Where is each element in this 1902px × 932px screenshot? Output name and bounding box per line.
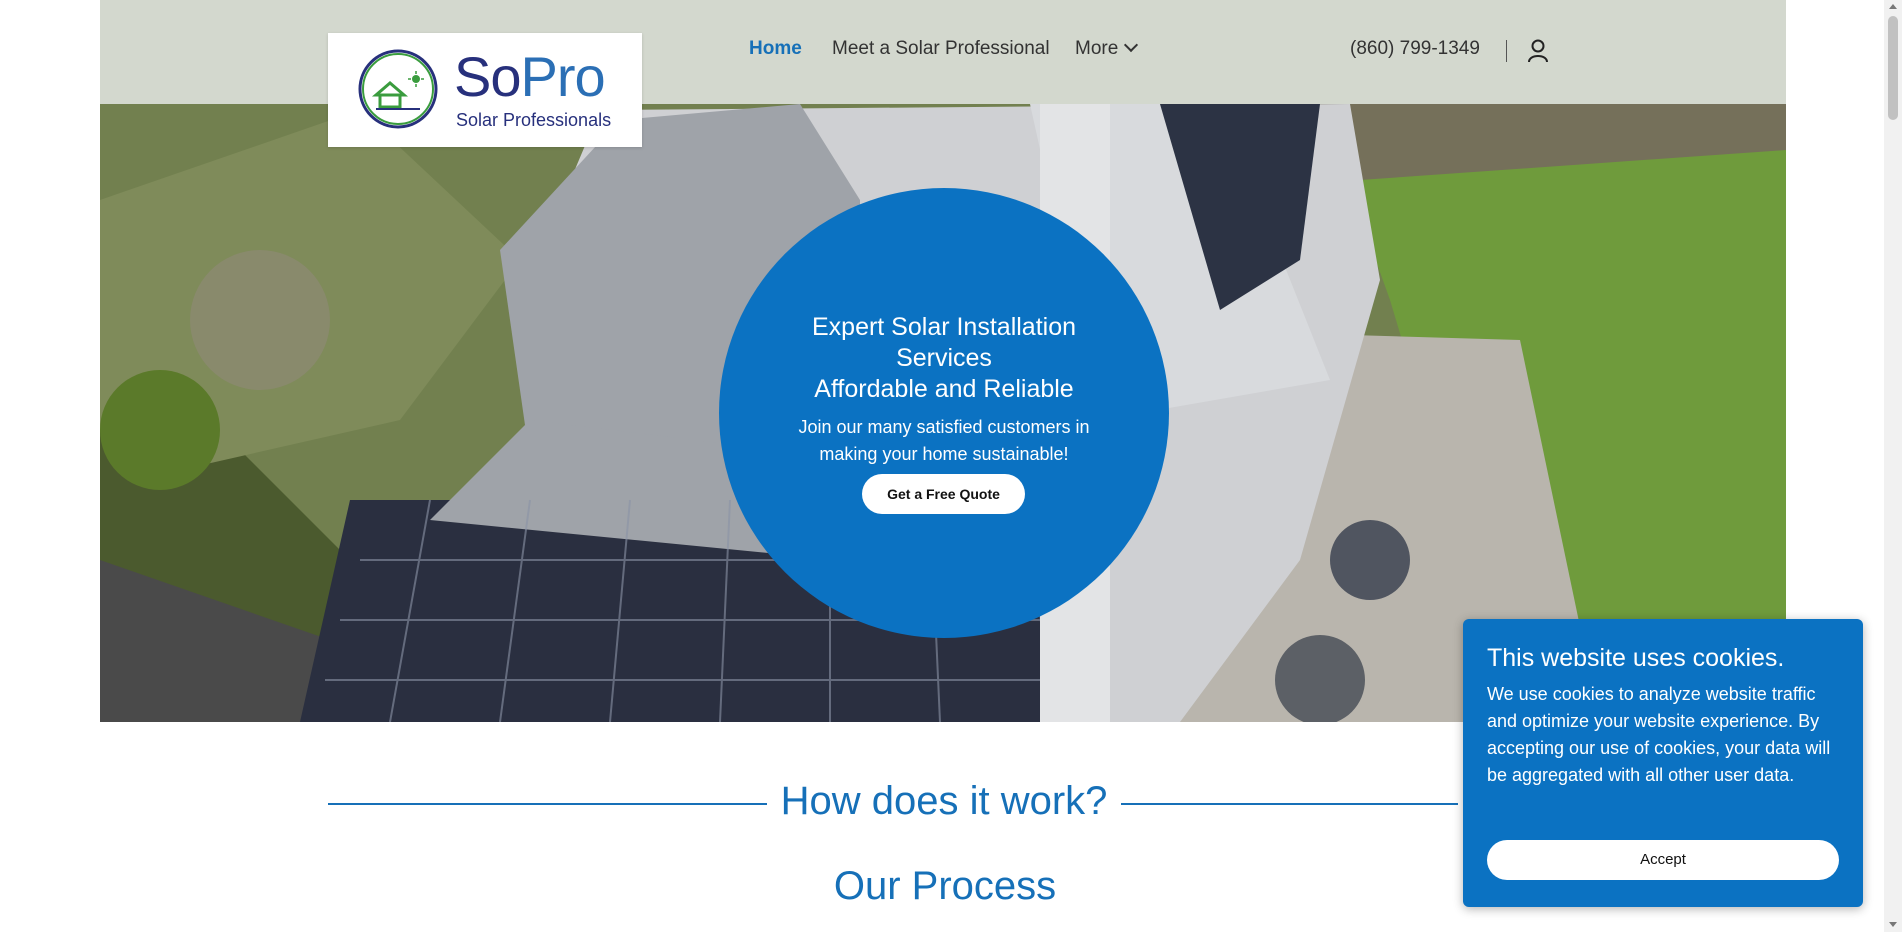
- user-icon[interactable]: [1527, 39, 1549, 63]
- logo[interactable]: SoPro Solar Professionals: [328, 33, 642, 147]
- how-it-works-heading: How does it work?: [780, 779, 1108, 823]
- cookie-banner: This website uses cookies. We use cookie…: [1463, 619, 1863, 907]
- chevron-down-icon: [1124, 37, 1139, 53]
- logo-brand: SoPro: [454, 49, 606, 105]
- scroll-down-arrow-icon[interactable]: [1889, 922, 1897, 927]
- nav-meet-solar-professional[interactable]: Meet a Solar Professional: [832, 38, 1050, 60]
- hero-subtitle: Join our many satisfied customers in mak…: [798, 417, 1090, 464]
- hero-callout: Expert Solar Installation Services Affor…: [719, 188, 1169, 638]
- scrollbar-thumb[interactable]: [1888, 16, 1898, 120]
- nav-more-dropdown[interactable]: More: [1075, 37, 1139, 60]
- scrollbar[interactable]: [1884, 0, 1902, 932]
- section-divider-right: [1121, 803, 1458, 805]
- hero-title-line-1: Expert Solar Installation: [811, 313, 1077, 341]
- accept-cookies-button[interactable]: Accept: [1487, 840, 1839, 880]
- hero-title-line-3: Affordable and Reliable: [814, 375, 1074, 403]
- scroll-up-arrow-icon[interactable]: [1889, 4, 1897, 9]
- cookie-banner-title: This website uses cookies.: [1487, 644, 1785, 672]
- phone-link[interactable]: (860) 799-1349: [1350, 38, 1480, 60]
- hero-title: Expert Solar Installation Services Affor…: [719, 312, 1169, 405]
- section-divider-left: [328, 803, 767, 805]
- cookie-banner-message: We use cookies to analyze website traffi…: [1487, 684, 1831, 785]
- logo-tagline: Solar Professionals: [456, 110, 612, 130]
- our-process-heading: Our Process: [833, 864, 1057, 908]
- nav-more-label: More: [1075, 38, 1119, 59]
- logo-brand-so: So: [454, 45, 521, 108]
- logo-brand-pro: Pro: [520, 45, 606, 108]
- logo-house-icon: [358, 49, 438, 129]
- get-free-quote-button[interactable]: Get a Free Quote: [862, 474, 1025, 514]
- page: SoPro Solar Professionals Home Meet a So…: [0, 0, 1884, 932]
- header-divider: [1506, 40, 1507, 62]
- nav-home[interactable]: Home: [749, 38, 802, 60]
- hero-title-line-2: Services: [896, 344, 992, 372]
